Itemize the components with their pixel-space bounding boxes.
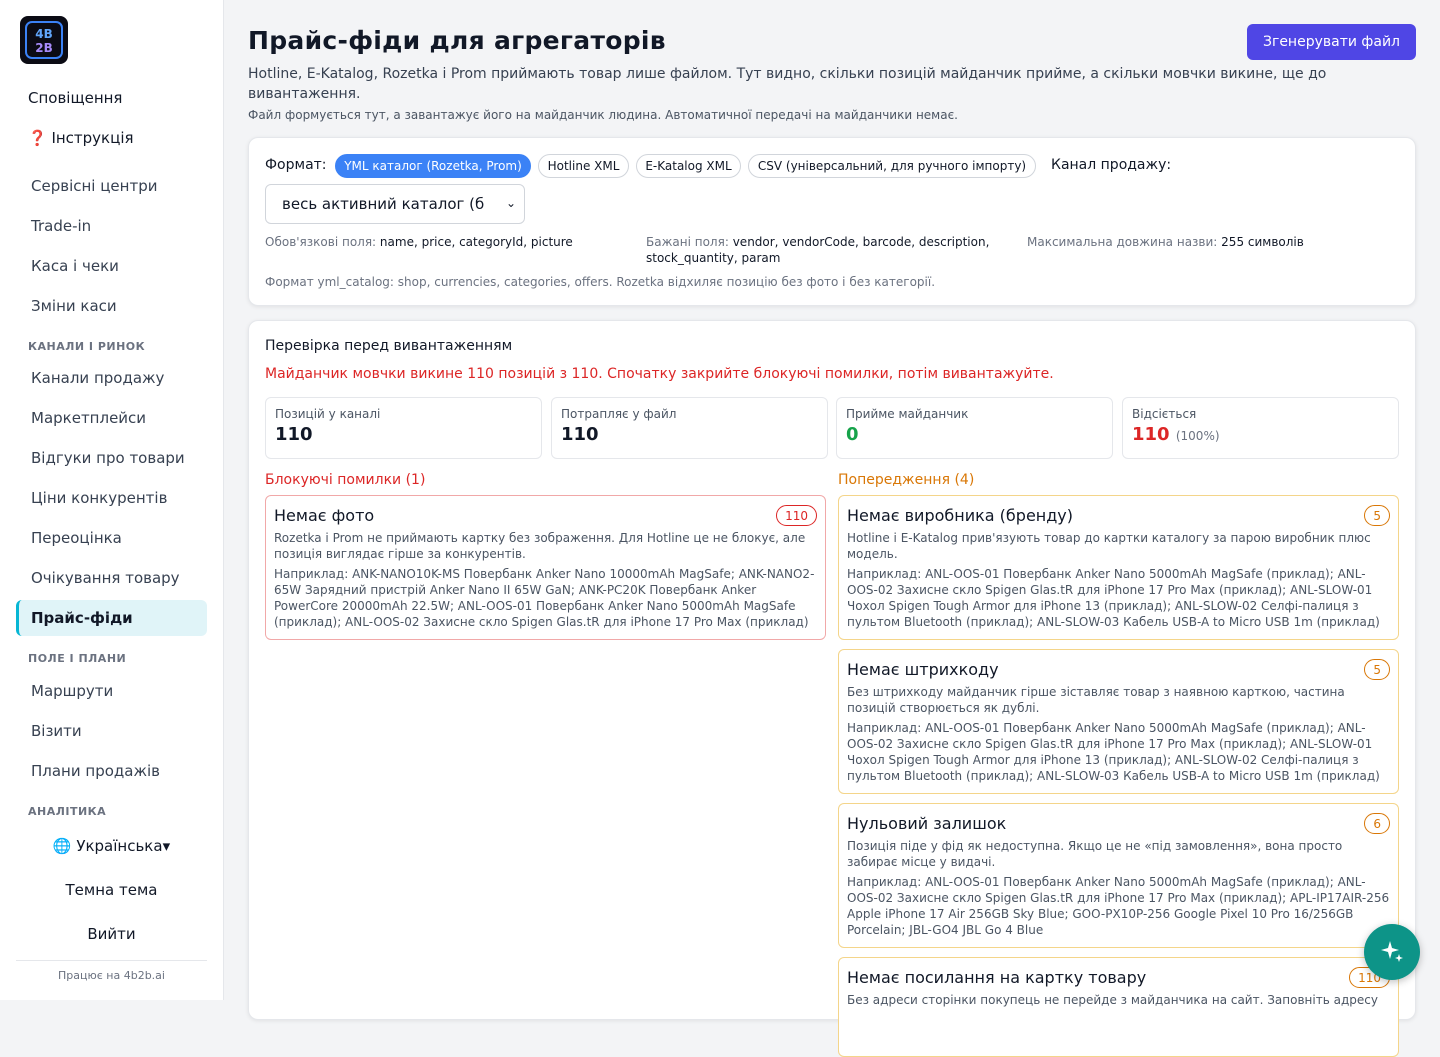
page-description: Hotline, E-Katalog, Rozetka і Prom прийм… <box>248 66 1327 102</box>
channel-select[interactable]: весь активний каталог (б ⌄ <box>265 184 525 224</box>
powered-by: Працює на 4b2b.ai <box>16 960 207 982</box>
stat-value: 110 <box>561 424 599 445</box>
logout-button[interactable]: Вийти <box>16 925 207 943</box>
warnings-header: Попередження (4) <box>838 472 975 488</box>
nav-product-reviews[interactable]: Відгуки про товари <box>16 440 207 476</box>
check-title: Перевірка перед вивантаженням <box>265 338 513 354</box>
check-card: Перевірка перед вивантаженням Майданчик … <box>248 320 1416 1057</box>
stat-label: Відсіється <box>1132 407 1197 421</box>
issue-count-badge: 5 <box>1364 505 1390 526</box>
issue-examples: Наприклад: ANL-OOS-01 Повербанк Anker Na… <box>847 721 1380 783</box>
page-note: Файл формується тут, а завантажує його н… <box>248 108 958 122</box>
desired-fields-label: Бажані поля: <box>646 235 729 249</box>
blocking-errors-header: Блокуючі помилки (1) <box>265 472 426 488</box>
stat-accepted: Прийме майданчик 0 <box>836 397 1113 459</box>
section-analytics-heading: АНАЛІТИКА <box>28 805 107 818</box>
required-fields: Обов'язкові поля: name, price, categoryI… <box>265 234 635 250</box>
generate-file-button[interactable]: Згенерувати файл <box>1247 24 1416 60</box>
issue-count-badge: 6 <box>1364 813 1390 834</box>
issue-no-barcode[interactable]: Немає штрихкоду 5 Без штрихкоду майданчи… <box>838 649 1399 794</box>
format-label: Формат: <box>265 157 327 173</box>
issue-examples: Наприклад: ANL-OOS-01 Повербанк Anker Na… <box>847 567 1380 629</box>
check-warning: Майданчик мовчки викине 110 позицій з 11… <box>265 366 1054 382</box>
stat-in-file: Потрапляє у файл 110 <box>551 397 828 459</box>
issue-count-badge: 5 <box>1364 659 1390 680</box>
yml-format-note: Формат yml_catalog: shop, currencies, ca… <box>265 275 936 289</box>
issue-title: Нульовий залишок <box>847 814 1007 833</box>
issue-count-badge: 110 <box>776 505 817 526</box>
stat-value: 110 <box>275 424 313 445</box>
language-selector[interactable]: 🌐 Українська▾ <box>16 837 207 855</box>
svg-text:4B: 4B <box>35 27 53 41</box>
issue-no-photo[interactable]: Немає фото 110 Rozetka і Prom не приймаю… <box>265 495 826 640</box>
theme-toggle[interactable]: Темна тема <box>16 881 207 899</box>
issue-title: Немає фото <box>274 506 375 525</box>
nav-sales-plans[interactable]: Плани продажів <box>16 753 207 789</box>
sparkle-icon <box>1381 941 1403 962</box>
svg-text:2B: 2B <box>35 41 53 55</box>
nav-marketplaces[interactable]: Маркетплейси <box>16 400 207 436</box>
max-name-length-value: 255 символів <box>1221 235 1304 249</box>
section-market-heading: КАНАЛИ І РИНОК <box>28 340 146 353</box>
format-option-ekatalog[interactable]: E-Katalog XML <box>636 154 741 178</box>
format-option-hotline[interactable]: Hotline XML <box>538 154 629 178</box>
issue-examples: Наприклад: ANK-NANO10K-MS Повербанк Anke… <box>274 567 815 629</box>
format-card: Формат: YML каталог (Rozetka, Prom) Hotl… <box>248 137 1416 306</box>
stat-label: Прийме майданчик <box>846 407 969 421</box>
stat-value-row: 110 (100%) <box>1132 424 1389 445</box>
format-option-yml[interactable]: YML каталог (Rozetka, Prom) <box>335 154 531 178</box>
stat-percent: (100%) <box>1175 429 1220 443</box>
stat-label: Позицій у каналі <box>275 407 381 421</box>
nav-routes[interactable]: Маршрути <box>16 673 207 709</box>
issue-description: Без адреси сторінки покупець не перейде … <box>847 993 1378 1007</box>
desired-fields: Бажані поля: vendor, vendorCode, barcode… <box>646 234 1016 266</box>
nav-visits[interactable]: Візити <box>16 713 207 749</box>
nav-trade-in[interactable]: Trade-in <box>16 208 207 244</box>
stat-value: 110 <box>1132 424 1170 445</box>
nav-repricing[interactable]: Переоцінка <box>16 520 207 556</box>
issue-description: Без штрихкоду майданчик гірше зіставляє … <box>847 685 1345 715</box>
nav-cash-shifts[interactable]: Зміни каси <box>16 288 207 324</box>
nav-competitor-prices[interactable]: Ціни конкурентів <box>16 480 207 516</box>
stat-label: Потрапляє у файл <box>561 407 677 421</box>
page-title: Прайс-фіди для агрегаторів <box>248 26 666 55</box>
channel-label: Канал продажу: <box>1051 157 1172 173</box>
required-fields-value: name, price, categoryId, picture <box>379 235 573 249</box>
issue-description: Позиція піде у фід як недоступна. Якщо ц… <box>847 839 1343 869</box>
nav-cash-receipts[interactable]: Каса і чеки <box>16 248 207 284</box>
required-fields-label: Обов'язкові поля: <box>265 235 377 249</box>
max-name-length: Максимальна довжина назви: 255 символів <box>1027 234 1407 250</box>
channel-select-value: весь активний каталог (б <box>282 195 485 213</box>
issue-description: Hotline і E-Katalog прив'язують товар до… <box>847 531 1371 561</box>
format-option-csv[interactable]: CSV (універсальний, для ручного імпорту) <box>748 154 1036 178</box>
section-field-heading: ПОЛЕ І ПЛАНИ <box>28 652 127 665</box>
nav-stock-waiting[interactable]: Очікування товару <box>16 560 207 596</box>
issue-description: Rozetka і Prom не приймають картку без з… <box>274 531 806 561</box>
stat-value: 0 <box>846 424 859 445</box>
sidebar: 4B 2B Сповіщення ❓ Інструкція Сервісні ц… <box>0 0 224 1000</box>
nav-sales-channels[interactable]: Канали продажу <box>16 360 207 396</box>
issue-no-vendor[interactable]: Немає виробника (бренду) 5 Hotline і E-K… <box>838 495 1399 640</box>
nav-price-feeds[interactable]: Прайс-фіди <box>16 600 207 636</box>
nav-notifications[interactable]: Сповіщення <box>16 80 207 116</box>
stat-positions-in-channel: Позицій у каналі 110 <box>265 397 542 459</box>
ai-assistant-button[interactable] <box>1364 924 1420 980</box>
nav-service-centers[interactable]: Сервісні центри <box>16 168 207 204</box>
issue-examples: Наприклад: ANL-OOS-01 Повербанк Anker Na… <box>847 875 1390 937</box>
nav-instructions[interactable]: ❓ Інструкція <box>16 120 207 156</box>
issue-title: Немає виробника (бренду) <box>847 506 1074 525</box>
issue-title: Немає посилання на картку товару <box>847 968 1147 987</box>
issue-title: Немає штрихкоду <box>847 660 999 679</box>
app-logo[interactable]: 4B 2B <box>20 16 68 64</box>
max-name-length-label: Максимальна довжина назви: <box>1027 235 1218 249</box>
issue-no-product-url[interactable]: Немає посилання на картку товару 110 Без… <box>838 957 1399 1057</box>
issue-zero-stock[interactable]: Нульовий залишок 6 Позиція піде у фід як… <box>838 803 1399 948</box>
chevron-down-icon: ⌄ <box>505 196 516 210</box>
stat-rejected: Відсіється 110 (100%) <box>1122 397 1399 459</box>
